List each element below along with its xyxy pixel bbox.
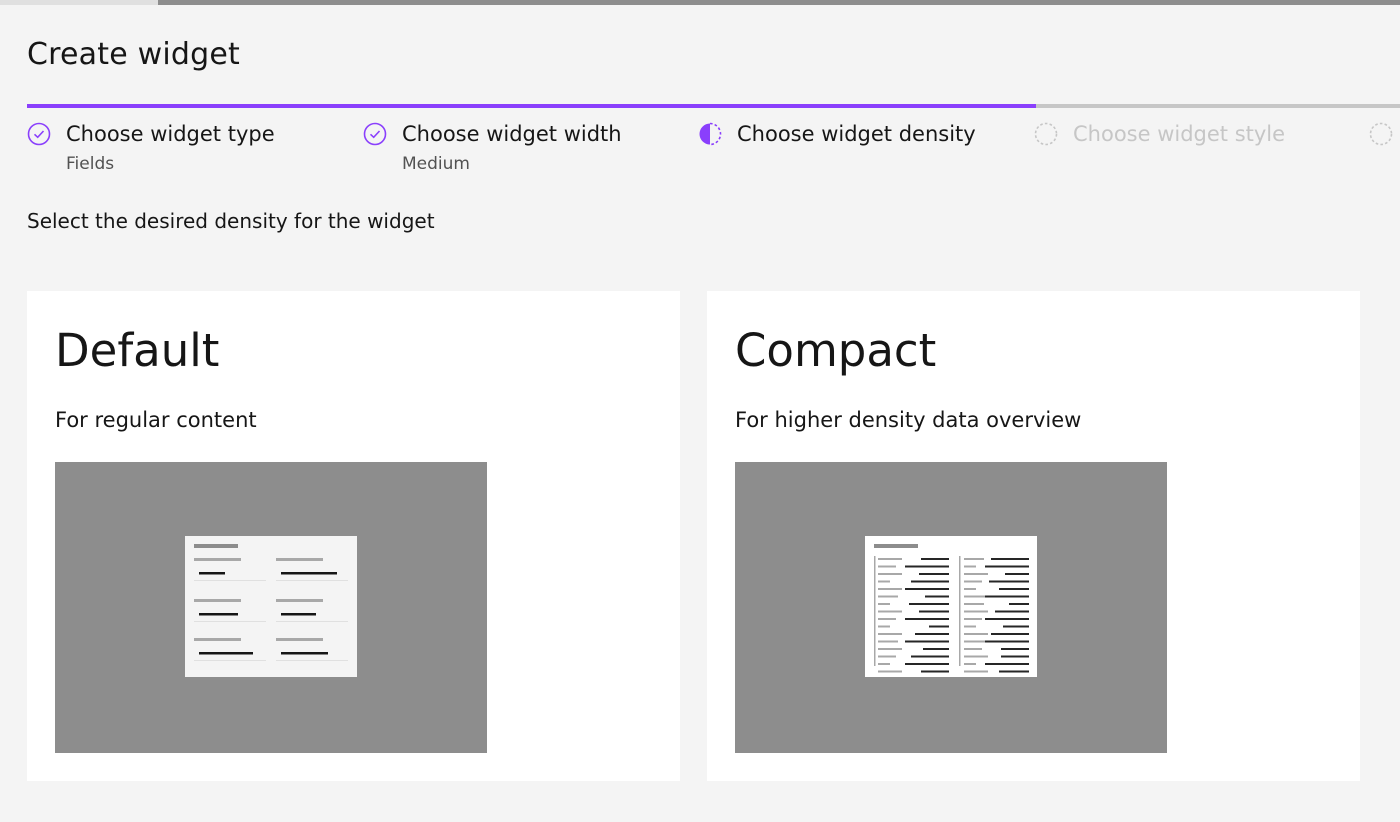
density-option-compact[interactable]: Compact For higher density data overview: [707, 291, 1360, 781]
step-label: Choose widget type: [66, 122, 275, 146]
step-next-hidden[interactable]: [1369, 118, 1400, 178]
option-title: Default: [55, 324, 220, 377]
default-density-illustration-icon: [185, 536, 357, 677]
compact-density-illustration-icon: [865, 536, 1037, 677]
step-label: Choose widget width: [402, 122, 622, 146]
density-option-default[interactable]: Default For regular content: [27, 291, 680, 781]
default-density-preview: [55, 462, 487, 753]
option-title: Compact: [735, 324, 937, 377]
checkmark-outline-icon: [27, 122, 51, 146]
instruction-text: Select the desired density for the widge…: [27, 209, 435, 233]
progress-fill: [27, 104, 1037, 108]
option-description: For higher density data overview: [735, 408, 1082, 432]
current-step-half-circle-icon: [699, 122, 722, 146]
incomplete-step-dashed-circle-icon: [1034, 122, 1058, 146]
top-tab-edge: [0, 0, 159, 5]
compact-density-preview: [735, 462, 1167, 753]
step-sub-label: Medium: [402, 154, 470, 174]
page-title: Create widget: [27, 37, 240, 72]
checkmark-outline-icon: [363, 122, 387, 146]
step-label: Choose widget density: [737, 122, 976, 146]
incomplete-step-dashed-circle-icon: [1369, 122, 1393, 146]
step-label: Choose widget style: [1073, 122, 1286, 146]
progress-track: [27, 104, 1400, 108]
top-strip: [0, 0, 1400, 5]
step-sub-label: Fields: [66, 154, 115, 174]
option-description: For regular content: [55, 408, 257, 432]
